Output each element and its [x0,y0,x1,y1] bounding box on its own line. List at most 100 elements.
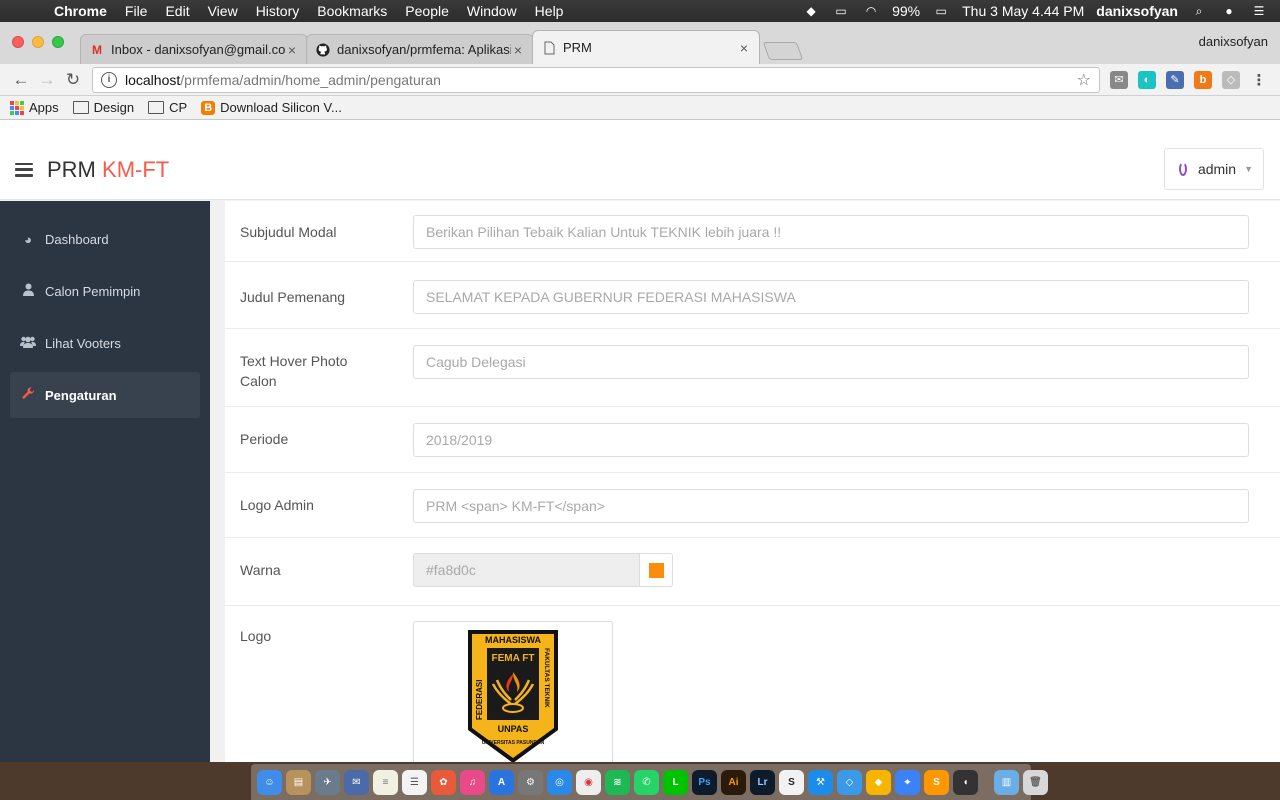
stickies-icon[interactable]: ≡ [373,769,398,795]
chrome-profile-name[interactable]: danixsofyan [1199,34,1268,49]
menu-history[interactable]: History [256,3,300,19]
app-brand[interactable]: PRM KM-FT [47,157,169,183]
downloads-folder-icon[interactable]: ▥ [994,769,1019,795]
mail-extension-icon[interactable]: ✉ [1110,70,1128,89]
sequel-pro-icon[interactable]: ◖ [953,769,978,795]
sublime-text-icon[interactable]: S [924,769,949,795]
line-icon[interactable]: L [663,769,688,795]
tab-gmail[interactable]: M Inbox - danixsofyan@gmail.com × [80,34,308,64]
finder-icon[interactable]: ☺ [257,769,282,795]
close-tab-icon[interactable]: × [737,40,751,56]
bookmark-download-silicon[interactable]: B Download Silicon V... [201,100,342,115]
app-store-icon[interactable]: A [489,769,514,795]
dropbox-icon[interactable]: ◆ [802,4,820,18]
address-bar[interactable]: i localhost/prmfema/admin/home_admin/pen… [92,66,1100,93]
siri-icon[interactable]: ● [1220,4,1238,18]
tab-prm[interactable]: PRM × [532,30,760,64]
bookmark-label: Apps [29,100,59,115]
bookmark-apps[interactable]: Apps [10,100,59,115]
user-name: admin [1197,161,1237,177]
forward-arrow-icon[interactable]: → [34,67,60,93]
menu-datetime[interactable]: Thu 3 May 4.44 PM [962,3,1084,19]
airplay-icon[interactable]: ▭ [832,4,850,18]
bookmark-star-icon[interactable]: ☆ [1077,70,1091,90]
periode-input[interactable]: 2018/2019 [413,423,1249,457]
menu-view[interactable]: View [208,3,238,19]
caret-down-icon: ▼ [1244,164,1253,174]
xcode-icon[interactable]: ⚒ [808,769,833,795]
spotlight-search-icon[interactable]: ⌕ [1190,4,1208,18]
chrome-menu-icon[interactable]: ⋮ [1250,71,1268,89]
tab-github[interactable]: danixsofyan/prmfema: Aplikasi × [306,34,534,64]
chrome-icon[interactable]: ◉ [576,769,601,795]
trash-icon[interactable]: 🗑 [1023,769,1048,795]
close-tab-icon[interactable]: × [285,42,299,58]
tab-title: danixsofyan/prmfema: Aplikasi [337,42,511,57]
menu-file[interactable]: File [125,3,148,19]
dropper-extension-icon[interactable]: ✎ [1166,70,1184,89]
menu-bookmarks[interactable]: Bookmarks [317,3,387,19]
shield-extension-icon[interactable]: ◇ [1222,70,1240,89]
color-picker-group: #fa8d0c [413,553,673,587]
form-row-warna: Warna #fa8d0c [225,538,1280,606]
form-row-periode: Periode 2018/2019 [225,407,1280,473]
bookmark-design[interactable]: Design [72,100,134,115]
battery-icon[interactable]: ▭ [932,4,950,18]
safari-icon[interactable]: ◎ [547,769,572,795]
menu-people[interactable]: People [405,3,449,19]
close-window-button[interactable] [12,36,24,48]
text-hover-input[interactable]: Cagub Delegasi [413,345,1249,379]
battery-percent[interactable]: 99% [892,3,920,19]
lightroom-icon[interactable]: Lr [750,769,775,795]
minimize-window-button[interactable] [32,36,44,48]
sidebar-item-lihat-vooters[interactable]: Lihat Vooters [10,320,200,366]
menu-edit[interactable]: Edit [165,3,189,19]
sync-extension-icon[interactable]: ◐ [1138,70,1156,89]
notes-app-icon[interactable]: ▤ [286,769,311,795]
spotify-icon[interactable]: ≋ [605,769,630,795]
bookmark-label: Download Silicon V... [220,100,342,115]
sidebar-item-calon-pemimpin[interactable]: Calon Pemimpin [10,268,200,314]
menu-username[interactable]: danixsofyan [1096,3,1178,19]
simulator-icon[interactable]: ◇ [837,769,862,795]
sketch-icon[interactable]: ◆ [866,769,891,795]
orange-extension-icon[interactable]: b [1194,70,1212,89]
logo-preview[interactable]: MAHASISWA FEMA FT UNPAS FEDERASI FAKULTA… [413,621,613,762]
form-row-text-hover: Text Hover Photo Calon Cagub Delegasi [225,329,1280,407]
photos-icon[interactable]: ✿ [431,769,456,795]
judul-pemenang-input[interactable]: SELAMAT KEPADA GUBERNUR FEDERASI MAHASIS… [413,280,1249,314]
extension-icons: ✉ ◐ ✎ b ◇ ⋮ [1110,70,1268,89]
launchpad-icon[interactable]: ✈ [315,769,340,795]
maps-pin-icon[interactable]: ⌖ [895,769,920,795]
mail-app-icon[interactable]: ✉ [344,769,369,795]
close-tab-icon[interactable]: × [511,42,525,58]
site-info-icon[interactable]: i [101,71,117,88]
warna-input[interactable]: #fa8d0c [413,553,640,587]
system-preferences-icon[interactable]: ⚙ [518,769,543,795]
color-swatch [648,562,664,578]
illustrator-icon[interactable]: Ai [721,769,746,795]
sidebar-item-pengaturan[interactable]: Pengaturan [10,372,200,418]
menu-window[interactable]: Window [467,3,517,19]
color-swatch-button[interactable] [640,553,673,587]
reload-icon[interactable]: ↻ [60,67,86,93]
logo-admin-input[interactable]: PRM <span> KM-FT</span> [413,489,1249,523]
back-arrow-icon[interactable]: ← [8,67,34,93]
page-icon [541,40,557,56]
itunes-icon[interactable]: ♫ [460,769,485,795]
notification-center-icon[interactable]: ☰ [1250,4,1268,18]
photoshop-icon[interactable]: Ps [692,769,717,795]
hamburger-menu-icon[interactable] [15,162,33,177]
sublime-s-icon[interactable]: S [779,769,804,795]
reminders-icon[interactable]: ☰ [402,769,427,795]
menu-help[interactable]: Help [535,3,564,19]
whatsapp-icon[interactable]: ✆ [634,769,659,795]
user-dropdown[interactable]: admin ▼ [1164,148,1264,190]
maximize-window-button[interactable] [52,36,64,48]
new-tab-button[interactable] [762,42,804,60]
sidebar-item-dashboard[interactable]: ◕ Dashboard [10,216,200,262]
bookmark-cp[interactable]: CP [148,100,187,115]
wifi-icon[interactable]: ◠ [862,4,880,18]
subjudul-modal-input[interactable]: Berikan Pilihan Tebaik Kalian Untuk TEKN… [413,215,1249,249]
menu-app-name[interactable]: Chrome [54,3,107,19]
